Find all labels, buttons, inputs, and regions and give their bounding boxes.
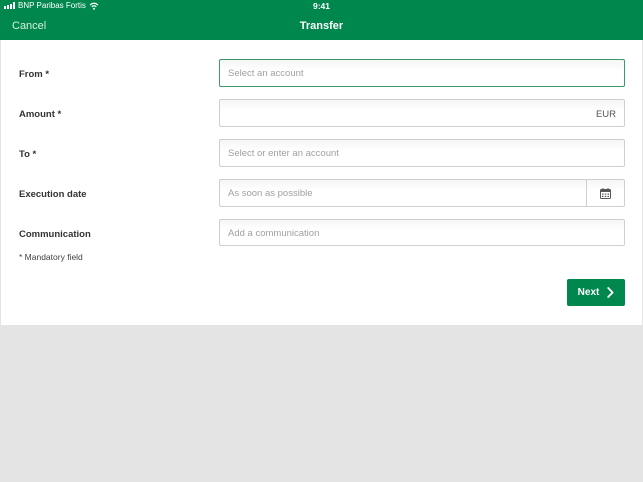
from-placeholder: Select an account xyxy=(228,68,304,79)
execution-date-label: Execution date xyxy=(19,189,87,200)
status-bar: BNP Paribas Fortis 9:41 xyxy=(0,0,643,12)
amount-input[interactable]: EUR xyxy=(219,99,625,127)
chevron-right-icon xyxy=(607,287,614,298)
next-button[interactable]: Next xyxy=(567,279,625,306)
execution-date-input[interactable]: As soon as possible xyxy=(219,179,625,207)
calendar-icon xyxy=(600,187,611,199)
from-account-select[interactable]: Select an account xyxy=(219,59,625,87)
currency-label: EUR xyxy=(595,109,616,120)
nav-bar: Cancel Transfer xyxy=(0,12,643,40)
from-label: From * xyxy=(19,69,50,80)
status-time: 9:41 xyxy=(312,1,330,11)
communication-label: Communication xyxy=(19,229,91,240)
to-placeholder: Select or enter an account xyxy=(228,148,339,159)
communication-input[interactable]: Add a communication xyxy=(219,219,625,246)
transfer-form: From * Select an account Amount * EUR To… xyxy=(1,40,642,325)
communication-placeholder: Add a communication xyxy=(228,228,320,239)
to-label: To * xyxy=(19,149,37,160)
calendar-button[interactable] xyxy=(586,180,624,206)
mandatory-note: * Mandatory field xyxy=(19,252,83,262)
amount-label: Amount * xyxy=(19,109,62,120)
next-label: Next xyxy=(577,287,600,298)
execution-date-placeholder: As soon as possible xyxy=(228,188,313,199)
to-account-input[interactable]: Select or enter an account xyxy=(219,139,625,167)
page-title: Transfer xyxy=(299,20,344,32)
